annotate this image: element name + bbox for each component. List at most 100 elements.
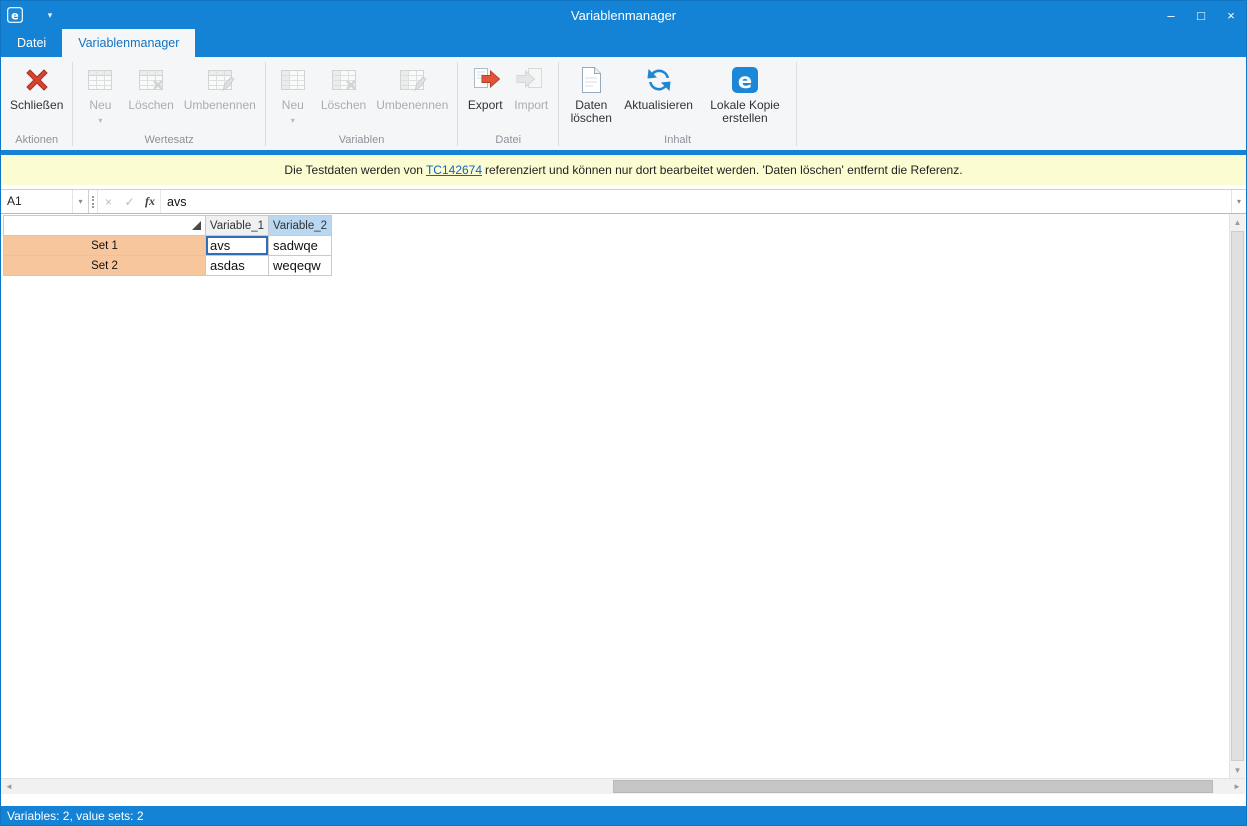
button-label: Umbenennen	[184, 99, 256, 112]
ribbon-group-aktionen: Schließen Aktionen	[1, 57, 72, 150]
daten-loeschen-button[interactable]: Daten löschen	[563, 62, 619, 125]
vertical-scrollbar-thumb[interactable]	[1231, 231, 1244, 761]
notice-text-before: Die Testdaten werden von	[284, 163, 423, 177]
button-label: Import	[514, 99, 548, 112]
vertical-scrollbar[interactable]: ▲ ▼	[1229, 214, 1245, 778]
button-label: Export	[468, 99, 503, 112]
group-separator	[796, 62, 797, 146]
confirm-entry-button[interactable]: ✓	[119, 190, 140, 213]
scroll-up-icon[interactable]: ▲	[1230, 214, 1245, 230]
refresh-icon	[643, 64, 675, 96]
close-red-icon	[21, 64, 53, 96]
table-rename-icon	[396, 64, 428, 96]
wertesatz-umbenennen-button[interactable]: Umbenennen	[179, 62, 261, 112]
namebox-dropdown-icon[interactable]: ▾	[72, 190, 88, 213]
dropdown-arrow-icon: ▾	[291, 114, 295, 127]
ribbon-tab-row: Datei Variablenmanager	[1, 29, 1246, 57]
export-button[interactable]: Export	[462, 62, 508, 112]
column-header-variable-2[interactable]: Variable_2	[269, 216, 332, 236]
horizontal-scrollbar[interactable]: ◄ ►	[1, 778, 1245, 794]
cell-set2-variable1[interactable]: asdas	[206, 256, 269, 276]
tab-datei[interactable]: Datei	[1, 29, 62, 57]
variablen-umbenennen-button[interactable]: Umbenennen	[371, 62, 453, 112]
column-header-variable-1[interactable]: Variable_1	[206, 216, 269, 236]
status-text: Variables: 2, value sets: 2	[7, 809, 144, 823]
variable-grid: Variable_1 Variable_2 Set 1 avs sadwqe S…	[3, 215, 332, 276]
wertesatz-neu-button[interactable]: Neu ▾	[77, 62, 123, 127]
tab-variablenmanager[interactable]: Variablenmanager	[62, 29, 195, 57]
aktualisieren-button[interactable]: Aktualisieren	[619, 62, 698, 112]
table-delete-icon	[328, 64, 360, 96]
status-bar: Variables: 2, value sets: 2	[1, 806, 1246, 825]
select-all-corner[interactable]	[4, 216, 206, 236]
variablen-neu-button[interactable]: Neu ▾	[270, 62, 316, 127]
scroll-left-icon[interactable]: ◄	[1, 779, 17, 794]
horizontal-scrollbar-thumb[interactable]	[613, 780, 1213, 793]
table-new-icon	[84, 64, 116, 96]
table-delete-icon	[135, 64, 167, 96]
table-row: Set 1 avs sadwqe	[4, 236, 332, 256]
cell-reference: A1	[1, 190, 72, 213]
scroll-down-icon[interactable]: ▼	[1230, 762, 1245, 778]
ribbon-group-datei: Export Import Datei	[458, 57, 558, 150]
group-label-variablen: Variablen	[266, 133, 457, 150]
title-bar: e ▾ Variablenmanager – □ ×	[1, 1, 1246, 29]
cancel-entry-button[interactable]: ×	[98, 190, 119, 213]
ribbon-group-variablen: Neu ▾ Löschen	[266, 57, 457, 150]
close-window-button[interactable]: ×	[1216, 2, 1246, 29]
formula-bar-splitter[interactable]	[89, 190, 98, 213]
schliessen-button[interactable]: Schließen	[5, 62, 68, 112]
button-label: Löschen	[321, 99, 366, 112]
import-button[interactable]: Import	[508, 62, 554, 112]
cell-set1-variable1[interactable]: avs	[206, 236, 269, 256]
variablen-loeschen-button[interactable]: Löschen	[316, 62, 371, 112]
insert-function-button[interactable]: fx	[140, 190, 161, 213]
import-icon	[515, 64, 547, 96]
wertesatz-loeschen-button[interactable]: Löschen	[123, 62, 178, 112]
formula-input[interactable]	[161, 190, 1231, 213]
window-title: Variablenmanager	[1, 8, 1246, 23]
button-label: Neu	[89, 99, 111, 112]
button-label: Daten löschen	[568, 99, 614, 125]
ribbon-group-inhalt: Daten löschen Aktualisieren e Lokale Kop…	[559, 57, 796, 150]
minimize-button[interactable]: –	[1156, 2, 1186, 29]
maximize-button[interactable]: □	[1186, 2, 1216, 29]
button-label: Löschen	[128, 99, 173, 112]
local-copy-logo-icon: e	[729, 64, 761, 96]
table-row: Set 2 asdas weqeqw	[4, 256, 332, 276]
cell-set1-variable2[interactable]: sadwqe	[269, 236, 332, 256]
reference-notice-bar: Die Testdaten werden von TC142674 refere…	[1, 155, 1246, 185]
variablenmanager-window: e ▾ Variablenmanager – □ × Datei Variabl…	[0, 0, 1247, 826]
ribbon: Schließen Aktionen Neu ▾	[1, 57, 1246, 150]
export-icon	[469, 64, 501, 96]
cell-name-box[interactable]: A1 ▾	[1, 190, 89, 213]
corner-triangle-icon	[192, 221, 201, 230]
lokale-kopie-erstellen-button[interactable]: e Lokale Kopie erstellen	[698, 62, 792, 125]
group-label-wertesatz: Wertesatz	[73, 133, 264, 150]
dropdown-arrow-icon: ▾	[98, 114, 102, 127]
button-label: Neu	[282, 99, 304, 112]
expand-formula-bar-icon[interactable]: ▾	[1231, 190, 1246, 213]
group-label-aktionen: Aktionen	[1, 133, 72, 150]
row-header-set-2[interactable]: Set 2	[4, 256, 206, 276]
formula-bar: A1 ▾ × ✓ fx ▾	[1, 189, 1246, 214]
testcase-link[interactable]: TC142674	[426, 163, 482, 177]
row-header-set-1[interactable]: Set 1	[4, 236, 206, 256]
scroll-right-icon[interactable]: ►	[1229, 779, 1245, 794]
button-label: Aktualisieren	[624, 99, 693, 112]
ribbon-group-wertesatz: Neu ▾ Löschen	[73, 57, 264, 150]
header-row: Variable_1 Variable_2	[4, 216, 332, 236]
table-rename-icon	[204, 64, 236, 96]
button-label: Lokale Kopie erstellen	[703, 99, 787, 125]
window-controls: – □ ×	[1156, 2, 1246, 29]
cell-set2-variable2[interactable]: weqeqw	[269, 256, 332, 276]
table-new-icon	[277, 64, 309, 96]
button-label: Schließen	[10, 99, 63, 112]
group-label-datei: Datei	[458, 133, 558, 150]
notice-text-after: referenziert und können nur dort bearbei…	[485, 163, 963, 177]
group-label-inhalt: Inhalt	[559, 133, 796, 150]
variable-grid-view: Variable_1 Variable_2 Set 1 avs sadwqe S…	[1, 214, 1230, 778]
svg-text:e: e	[738, 69, 752, 93]
document-icon	[575, 64, 607, 96]
button-label: Umbenennen	[376, 99, 448, 112]
